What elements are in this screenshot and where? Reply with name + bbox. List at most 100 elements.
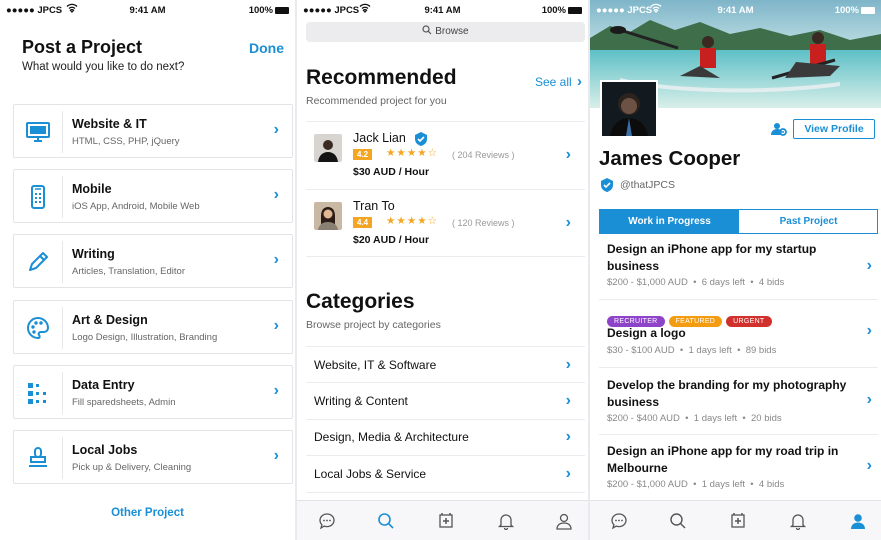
chevron-right-icon: › <box>866 257 872 274</box>
category-row[interactable]: Website, IT & Software › <box>306 346 585 383</box>
category-subtitle: Pick up & Delivery, Cleaning <box>72 462 192 473</box>
category-title: Local Jobs <box>72 443 138 457</box>
tab-bar <box>590 500 881 540</box>
card-divider <box>62 437 63 479</box>
freelancer-row[interactable]: Tran To 4.4 ★★★★☆ ( 120 Reviews ) $20 AU… <box>306 189 585 257</box>
project-title: Design an iPhone app for my startup busi… <box>607 242 817 273</box>
project-item[interactable]: RECRUITER FEATURED URGENT Design a logo $3… <box>599 300 878 368</box>
category-card-local-jobs[interactable]: Local Jobs Pick up & Delivery, Cleaning … <box>13 430 293 484</box>
hourly-rate: $20 AUD / Hour <box>353 234 430 246</box>
card-divider <box>62 372 63 414</box>
tab-work-in-progress[interactable]: Work in Progress <box>600 210 739 233</box>
monitor-icon <box>25 119 51 145</box>
category-card-art-design[interactable]: Art & Design Logo Design, Illustration, … <box>13 300 293 354</box>
category-row[interactable]: Local Jobs & Service › <box>306 456 585 493</box>
avatar <box>314 134 342 162</box>
battery-indicator: 100% <box>249 5 289 16</box>
view-profile-button[interactable]: View Profile <box>793 119 875 139</box>
project-meta: $30 - $100 AUD • 1 days left • 89 bids <box>607 345 777 356</box>
done-button[interactable]: Done <box>249 40 284 56</box>
card-divider <box>62 307 63 349</box>
project-days-left: 1 days left <box>688 345 732 356</box>
category-card-mobile[interactable]: Mobile iOS App, Android, Mobile Web › <box>13 169 293 223</box>
card-divider <box>62 176 63 218</box>
project-bids: 20 bids <box>750 413 782 424</box>
add-project-icon[interactable] <box>729 512 747 530</box>
rating-badge: 4.2 <box>353 149 373 160</box>
project-bids: 4 bids <box>758 479 785 490</box>
category-label: Local Jobs & Service <box>314 467 427 481</box>
category-card-writing[interactable]: Writing Articles, Translation, Editor › <box>13 234 293 288</box>
chevron-right-icon: › <box>577 73 582 90</box>
bell-icon[interactable] <box>789 512 807 531</box>
category-label: Design, Media & Architecture <box>314 430 469 444</box>
project-item[interactable]: Develop the branding for my photography … <box>599 368 878 435</box>
category-label: Writing & Content <box>314 394 408 408</box>
hourly-rate: $30 AUD / Hour <box>353 166 430 178</box>
battery-icon <box>568 7 582 14</box>
category-title: Data Entry <box>72 378 135 392</box>
profile-name: James Cooper <box>599 147 741 170</box>
chevron-right-icon: › <box>866 457 872 474</box>
avatar <box>314 202 342 230</box>
search-icon[interactable] <box>669 512 687 530</box>
chevron-right-icon: › <box>565 392 571 409</box>
team-settings-icon[interactable] <box>771 121 787 137</box>
tab-past-project[interactable]: Past Project <box>739 210 878 233</box>
battery-indicator: 100% <box>542 5 582 16</box>
freelancer-row[interactable]: Jack Lian 4.2 ★★★★☆ ( 204 Reviews ) $30 … <box>306 121 585 189</box>
card-divider <box>62 111 63 153</box>
profile-icon[interactable] <box>849 512 867 530</box>
stamp-icon <box>25 445 51 471</box>
battery-percent: 100% <box>248 5 273 16</box>
category-label: Website, IT & Software <box>314 358 437 372</box>
rating-badge: 4.4 <box>353 217 373 228</box>
categories-subtitle: Browse project by categories <box>306 319 441 331</box>
category-subtitle: Logo Design, Illustration, Branding <box>72 332 218 343</box>
chevron-right-icon: › <box>273 447 279 464</box>
avatar[interactable] <box>600 80 658 138</box>
project-title: Develop the branding for my photography … <box>607 378 847 409</box>
chevron-right-icon: › <box>565 214 571 231</box>
battery-indicator: 100% <box>835 5 875 16</box>
category-title: Mobile <box>72 182 112 196</box>
see-all-label: See all <box>534 75 572 89</box>
search-icon[interactable] <box>377 512 395 530</box>
chevron-right-icon: › <box>565 146 571 163</box>
chat-icon[interactable] <box>318 512 336 530</box>
profile-icon[interactable] <box>555 512 573 530</box>
add-project-icon[interactable] <box>437 512 455 530</box>
profile-screen: ●●●●● JPCS 9:41 AM 100% View Profile Jam… <box>590 0 881 540</box>
palette-icon <box>25 315 51 341</box>
category-card-website-it[interactable]: Website & IT HTML, CSS, PHP, jQuery › <box>13 104 293 158</box>
category-row[interactable]: Design, Media & Architecture › <box>306 419 585 456</box>
project-item[interactable]: Design an iPhone app for my startup busi… <box>599 235 878 300</box>
search-input[interactable]: Browse <box>306 22 585 42</box>
chat-icon[interactable] <box>610 512 628 530</box>
project-days-left: 1 days left <box>701 479 746 490</box>
project-meta: $200 - $1,000 AUD • 1 days left • 4 bids <box>607 479 785 490</box>
phone-icon <box>25 184 51 210</box>
status-bar: ●●●●● JPCS 9:41 AM 100% <box>590 0 881 20</box>
status-bar: ●●●●● JPCS 9:41 AM 100% <box>297 0 588 20</box>
browse-screen: ●●●●● JPCS 9:41 AM 100% Browse Recommend… <box>297 0 588 540</box>
project-days-left: 1 days left <box>693 413 738 424</box>
review-count: ( 204 Reviews ) <box>452 150 515 160</box>
other-project-link[interactable]: Other Project <box>0 507 295 519</box>
chevron-right-icon: › <box>866 391 872 408</box>
pencil-icon <box>25 249 51 275</box>
post-project-screen: ●●●●● JPCS 9:41 AM 100% Post a Project D… <box>0 0 295 540</box>
bell-icon[interactable] <box>497 512 515 531</box>
chevron-right-icon: › <box>273 382 279 399</box>
project-meta: $200 - $1,000 AUD • 6 days left • 4 bids <box>607 277 785 288</box>
category-card-data-entry[interactable]: Data Entry Fill sparedsheets, Admin › <box>13 365 293 419</box>
project-item[interactable]: Design an iPhone app for my road trip in… <box>599 435 878 500</box>
battery-icon <box>861 7 875 14</box>
recommended-heading: Recommended <box>306 66 457 89</box>
verified-badge-icon <box>599 177 615 193</box>
project-budget: $200 - $1,000 AUD <box>607 277 688 288</box>
chevron-right-icon: › <box>273 121 279 138</box>
see-all-link[interactable]: See all › <box>535 73 582 90</box>
category-row[interactable]: Writing & Content › <box>306 383 585 420</box>
chevron-right-icon: › <box>565 428 571 445</box>
